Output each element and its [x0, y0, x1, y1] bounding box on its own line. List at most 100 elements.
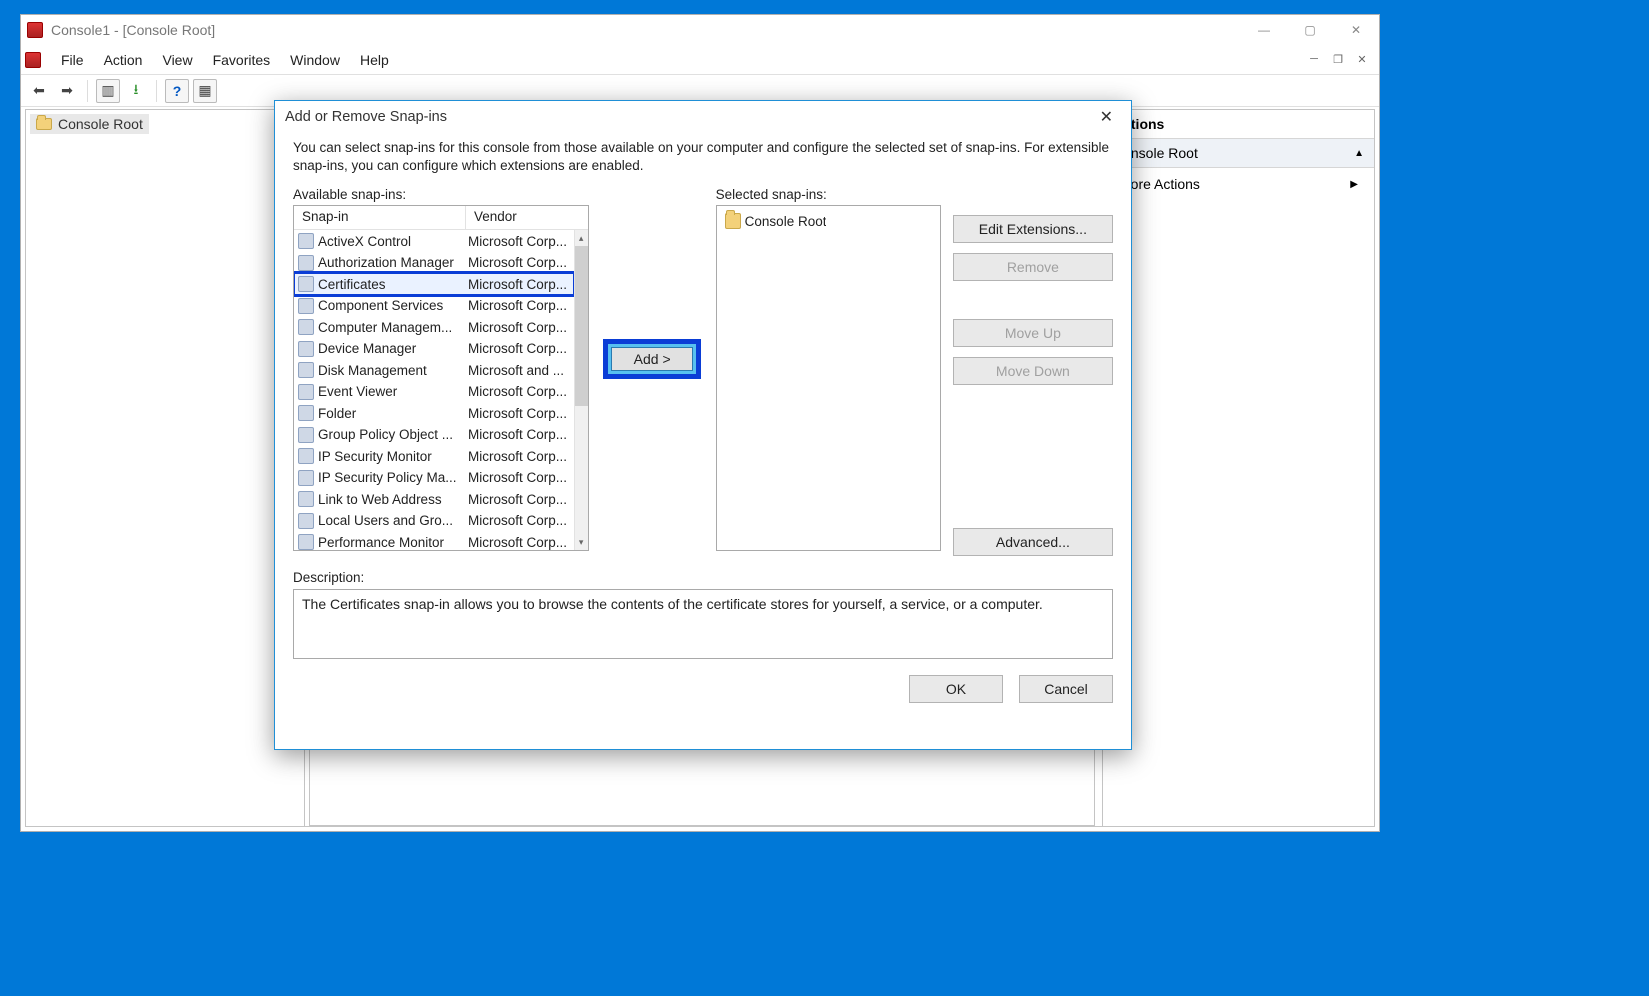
minimize-button[interactable]: —: [1241, 15, 1287, 45]
available-item-name: Folder: [318, 406, 468, 421]
scroll-thumb[interactable]: [575, 246, 588, 406]
snapin-icon: [298, 233, 314, 249]
available-list-header: Snap-in Vendor: [294, 206, 588, 230]
menu-action[interactable]: Action: [94, 48, 153, 72]
ok-button[interactable]: OK: [909, 675, 1003, 703]
available-item[interactable]: Component ServicesMicrosoft Corp...: [294, 295, 574, 317]
export-list-button[interactable]: ⭳: [124, 79, 148, 103]
mdi-restore-icon[interactable]: ❐: [1329, 53, 1347, 66]
available-item[interactable]: Group Policy Object ...Microsoft Corp...: [294, 424, 574, 446]
actions-pane-header: Actions: [1103, 110, 1374, 139]
scroll-up-icon[interactable]: ▴: [575, 230, 588, 246]
actions-pane: Actions Console Root ▲ More Actions ▶: [1103, 109, 1375, 827]
add-button[interactable]: Add >: [611, 347, 693, 371]
snapin-icon: [298, 298, 314, 314]
edit-extensions-button[interactable]: Edit Extensions...: [953, 215, 1113, 243]
snapin-icon: [298, 255, 314, 271]
mdi-close-icon[interactable]: ✕: [1353, 53, 1371, 66]
dialog-titlebar: Add or Remove Snap-ins ✕: [275, 101, 1131, 133]
available-item[interactable]: Authorization ManagerMicrosoft Corp...: [294, 252, 574, 274]
close-button[interactable]: ✕: [1333, 15, 1379, 45]
dialog-title: Add or Remove Snap-ins: [285, 109, 447, 125]
snapin-icon: [298, 384, 314, 400]
available-item-vendor: Microsoft Corp...: [468, 255, 574, 270]
available-item-vendor: Microsoft Corp...: [468, 384, 574, 399]
mdi-minimize-icon[interactable]: ─: [1305, 53, 1323, 66]
selected-column: Selected snap-ins: Console Root: [716, 187, 941, 551]
available-item-vendor: Microsoft Corp...: [468, 470, 574, 485]
selected-label: Selected snap-ins:: [716, 187, 941, 202]
available-item[interactable]: Performance MonitorMicrosoft Corp...: [294, 531, 574, 550]
col-header-snapin[interactable]: Snap-in: [294, 206, 466, 229]
col-header-vendor[interactable]: Vendor: [466, 206, 588, 229]
available-item[interactable]: Local Users and Gro...Microsoft Corp...: [294, 510, 574, 532]
menu-window[interactable]: Window: [280, 48, 350, 72]
mdi-controls: ─ ❐ ✕: [1305, 53, 1371, 66]
add-button-highlight: Add >: [603, 339, 701, 379]
chevron-up-icon: ▲: [1354, 148, 1364, 159]
available-item[interactable]: Device ManagerMicrosoft Corp...: [294, 338, 574, 360]
properties-button[interactable]: ▦: [193, 79, 217, 103]
show-hide-tree-button[interactable]: ▥: [96, 79, 120, 103]
selected-item-label: Console Root: [745, 214, 827, 229]
spacer: [953, 187, 1113, 205]
help-button[interactable]: ?: [165, 79, 189, 103]
separator: [156, 80, 157, 102]
available-item[interactable]: Link to Web AddressMicrosoft Corp...: [294, 488, 574, 510]
available-item[interactable]: FolderMicrosoft Corp...: [294, 402, 574, 424]
add-remove-snapins-dialog: Add or Remove Snap-ins ✕ You can select …: [274, 100, 1132, 750]
selected-item-console-root[interactable]: Console Root: [721, 210, 936, 232]
tree-pane: Console Root: [25, 109, 305, 827]
menu-help[interactable]: Help: [350, 48, 399, 72]
available-item-name: IP Security Monitor: [318, 449, 468, 464]
middle-column: Add >: [601, 187, 704, 379]
selected-list[interactable]: Console Root: [716, 205, 941, 551]
available-item-vendor: Microsoft Corp...: [468, 406, 574, 421]
forward-button[interactable]: ➡: [55, 79, 79, 103]
available-item[interactable]: IP Security MonitorMicrosoft Corp...: [294, 445, 574, 467]
available-item-name: Group Policy Object ...: [318, 427, 468, 442]
snapin-icon: [298, 470, 314, 486]
available-item-vendor: Microsoft Corp...: [468, 341, 574, 356]
available-list[interactable]: Snap-in Vendor ActiveX ControlMicrosoft …: [293, 205, 589, 551]
dialog-columns: Available snap-ins: Snap-in Vendor Activ…: [293, 187, 1113, 556]
available-item-name: Component Services: [318, 298, 468, 313]
snapin-icon: [298, 405, 314, 421]
back-button[interactable]: ⬅: [27, 79, 51, 103]
available-item-name: Link to Web Address: [318, 492, 468, 507]
available-item[interactable]: CertificatesMicrosoft Corp...: [294, 273, 574, 295]
buttons-column: Edit Extensions... Remove Move Up Move D…: [953, 187, 1113, 556]
scroll-down-icon[interactable]: ▾: [575, 534, 588, 550]
available-item-vendor: Microsoft Corp...: [468, 234, 574, 249]
available-item-name: Performance Monitor: [318, 535, 468, 550]
snapin-icon: [298, 491, 314, 507]
cancel-button[interactable]: Cancel: [1019, 675, 1113, 703]
menu-view[interactable]: View: [152, 48, 202, 72]
actions-section-console-root[interactable]: Console Root ▲: [1103, 139, 1374, 168]
available-item[interactable]: IP Security Policy Ma...Microsoft Corp..…: [294, 467, 574, 489]
separator: [87, 80, 88, 102]
advanced-button[interactable]: Advanced...: [953, 528, 1113, 556]
move-down-button: Move Down: [953, 357, 1113, 385]
available-item-name: Authorization Manager: [318, 255, 468, 270]
actions-item-more[interactable]: More Actions ▶: [1103, 168, 1374, 200]
maximize-button[interactable]: ▢: [1287, 15, 1333, 45]
available-item-name: Certificates: [318, 277, 468, 292]
available-item[interactable]: ActiveX ControlMicrosoft Corp...: [294, 230, 574, 252]
dialog-close-button[interactable]: ✕: [1092, 105, 1121, 129]
scrollbar[interactable]: ▴ ▾: [574, 230, 588, 550]
move-up-button: Move Up: [953, 319, 1113, 347]
menu-file[interactable]: File: [51, 48, 94, 72]
app-icon: [27, 22, 43, 38]
available-item[interactable]: Event ViewerMicrosoft Corp...: [294, 381, 574, 403]
available-item-vendor: Microsoft Corp...: [468, 449, 574, 464]
snapin-icon: [298, 319, 314, 335]
tree-node-console-root[interactable]: Console Root: [30, 114, 149, 134]
menu-favorites[interactable]: Favorites: [203, 48, 281, 72]
available-item[interactable]: Disk ManagementMicrosoft and ...: [294, 359, 574, 381]
window-buttons: — ▢ ✕: [1241, 15, 1379, 45]
available-item[interactable]: Computer Managem...Microsoft Corp...: [294, 316, 574, 338]
available-item-name: Event Viewer: [318, 384, 468, 399]
available-item-name: ActiveX Control: [318, 234, 468, 249]
snapin-icon: [298, 534, 314, 550]
